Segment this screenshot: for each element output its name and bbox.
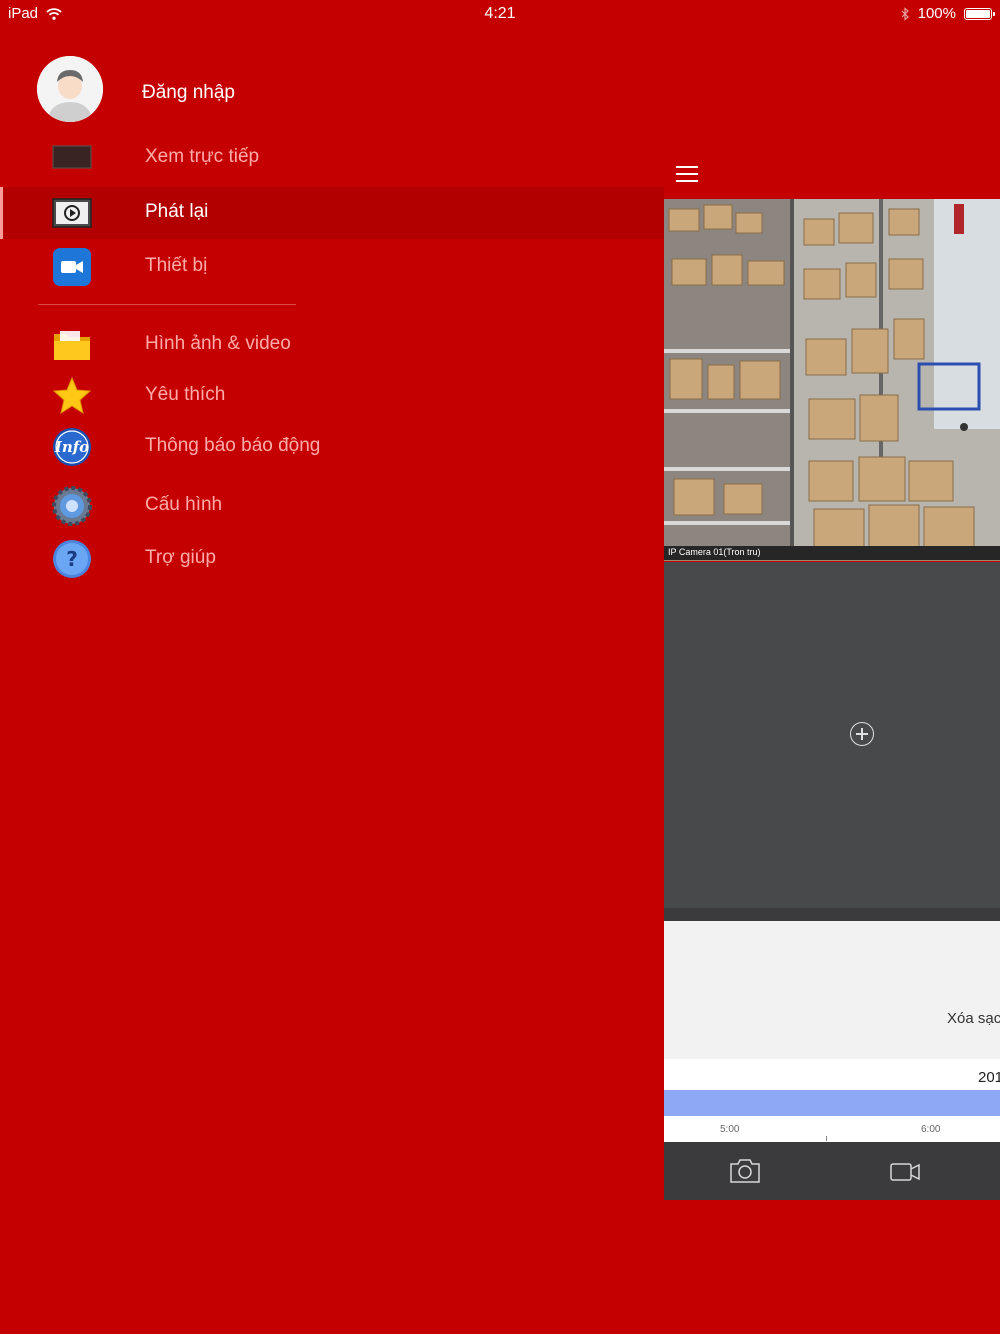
camera-label: IP Camera 01(Tron tru) [668, 547, 761, 557]
login-link[interactable]: Đăng nhập [142, 82, 235, 104]
date-text: 201 [978, 1069, 1000, 1086]
playback-icon [50, 191, 94, 235]
gear-icon [50, 484, 94, 528]
menu-item-label: Yêu thích [145, 384, 226, 405]
menu-item-playback[interactable]: Phát lại [0, 187, 664, 239]
help-icon: ? [50, 537, 94, 581]
timeline-tick-label: 5:00 [720, 1124, 740, 1135]
timeline-tick-label: 6:00 [921, 1124, 941, 1135]
menu-item-label: Hình ảnh & video [145, 333, 291, 354]
camera-video-feed[interactable]: IP Camera 01(Tron tru) [664, 199, 1000, 561]
menu-item-help[interactable]: ? Trợ giúp [0, 533, 664, 585]
status-right: 100% [901, 5, 995, 22]
recording-timeline[interactable] [664, 1090, 1000, 1116]
video-record-icon [890, 1163, 920, 1181]
playback-toolbar [664, 1142, 1000, 1200]
empty-video-slot[interactable] [664, 562, 1000, 908]
menu-item-live-view[interactable]: Xem trực tiếp [0, 132, 664, 184]
record-button[interactable] [888, 1156, 922, 1186]
status-bar: iPad 4:21 100% [0, 0, 1000, 28]
slot-separator [664, 908, 1000, 921]
date-row[interactable]: 201 [664, 1059, 1000, 1090]
menu-item-label: Trợ giúp [145, 547, 216, 568]
menu-item-label: Thông báo báo động [145, 435, 321, 456]
svg-text:?: ? [66, 547, 78, 571]
menu-item-label: Cấu hình [145, 494, 223, 515]
camera-label-bar: IP Camera 01(Tron tru) [664, 546, 1000, 561]
add-camera-icon[interactable] [850, 722, 874, 746]
avatar[interactable] [37, 56, 103, 122]
playback-info-panel: Xóa sạc [664, 921, 1000, 1059]
status-time: 4:21 [484, 5, 516, 22]
menu-item-settings[interactable]: Cấu hình [0, 480, 664, 532]
svg-text:Info: Info [54, 438, 89, 456]
menu-item-label: Thiết bị [145, 255, 208, 276]
menu-toggle-icon[interactable] [676, 166, 698, 188]
menu-item-label: Xem trực tiếp [145, 146, 260, 167]
menu-item-label: Phát lại [145, 201, 209, 222]
battery-percent: 100% [917, 5, 956, 22]
menu-item-favorites[interactable]: Yêu thích [0, 370, 664, 422]
menu-item-media[interactable]: Hình ảnh & video [0, 319, 664, 371]
folder-icon [50, 323, 94, 367]
video-camera-icon [50, 245, 94, 289]
timeline-tick-mark [826, 1136, 827, 1141]
menu-item-devices[interactable]: Thiết bị [0, 241, 664, 293]
timeline-ruler[interactable]: 5:00 6:00 [664, 1116, 1000, 1142]
warehouse-video-frame [664, 199, 1000, 548]
snapshot-button[interactable] [728, 1156, 762, 1186]
menu-item-alarm-notifications[interactable]: Info Thông báo báo động [0, 421, 664, 473]
monitor-icon [50, 136, 94, 180]
camera-icon [730, 1159, 760, 1183]
info-icon: Info [50, 425, 94, 469]
menu-divider [38, 304, 296, 305]
bluetooth-icon [901, 6, 909, 21]
star-icon [50, 374, 94, 418]
battery-icon [964, 7, 995, 20]
clear-text[interactable]: Xóa sạc [947, 1010, 1000, 1027]
